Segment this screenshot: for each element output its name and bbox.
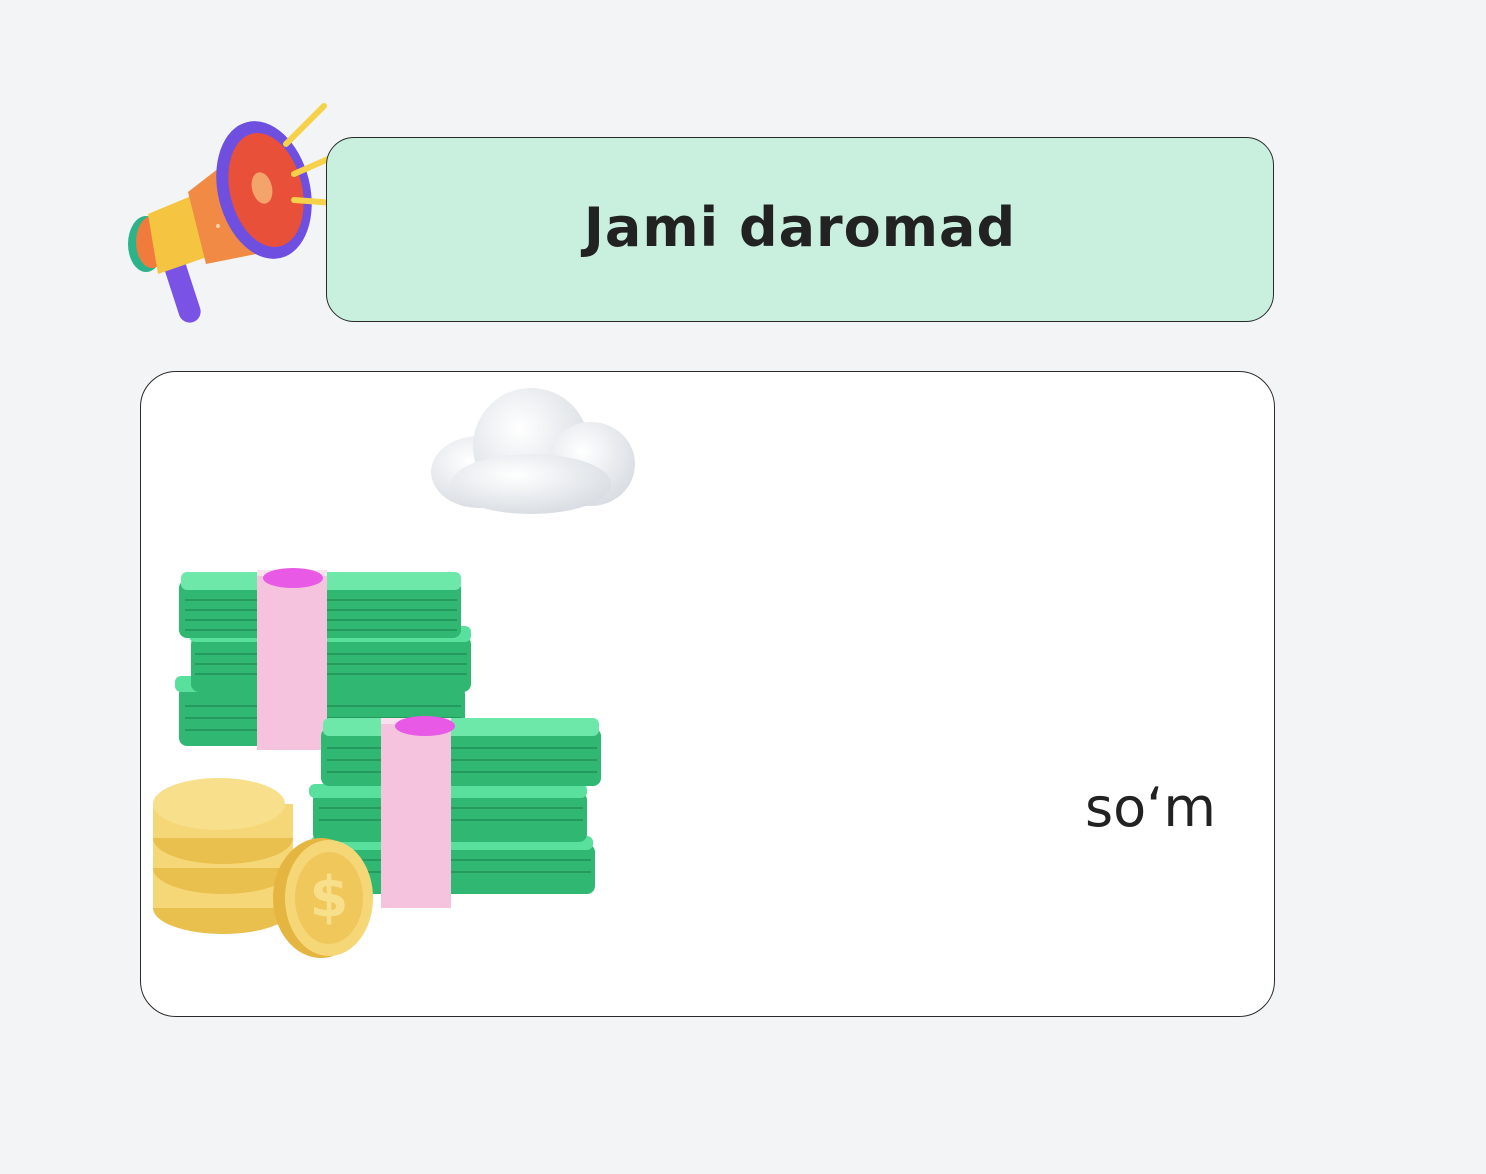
cloud-illustration — [431, 388, 635, 514]
money-stack-illustration: $ — [153, 568, 601, 958]
megaphone-icon — [128, 103, 351, 323]
title-banner: Jami daromad — [326, 137, 1274, 322]
currency-label: so‘m — [1085, 776, 1216, 839]
page-title: Jami daromad — [583, 196, 1017, 259]
svg-text:$: $ — [310, 865, 349, 930]
income-card: $ so‘m — [140, 371, 1275, 1017]
